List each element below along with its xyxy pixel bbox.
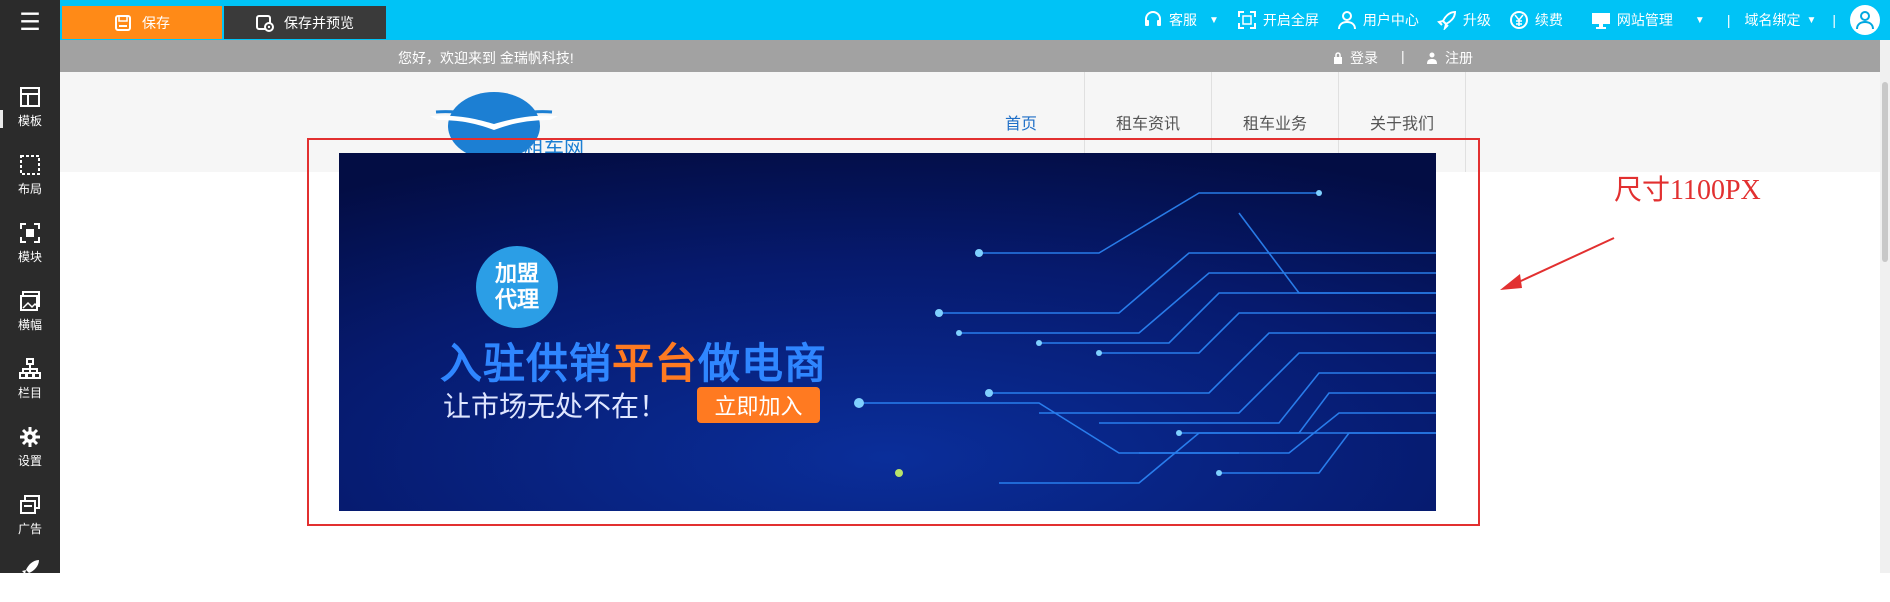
hamburger-menu-icon[interactable]: ☰: [0, 0, 60, 44]
customer-service-menu[interactable]: 客服 ▼: [1143, 10, 1219, 30]
site-management-menu[interactable]: 网站管理 ▼: [1591, 10, 1705, 30]
save-and-preview-button[interactable]: 保存并预览: [224, 6, 386, 39]
user-plus-icon: [1427, 52, 1437, 64]
renew-button[interactable]: 续费: [1509, 10, 1563, 30]
login-label: 登录: [1350, 50, 1378, 66]
lock-icon: [1334, 52, 1342, 64]
sidebar-item-label: 设置: [17, 453, 42, 468]
user-avatar-icon: [1856, 11, 1874, 30]
editor-toolbar: 保存 保存并预览 客服 ▼ 开启全屏 用户中心 升级 续费 网站管理 ▼ | 域…: [60, 0, 1890, 40]
banner-badge-line2: 代理: [494, 287, 539, 312]
sidebar-item-label: 横幅: [17, 317, 42, 332]
annotation-arrow-icon: [1500, 237, 1615, 290]
template-icon: [20, 86, 40, 107]
save-button-label: 保存: [142, 14, 170, 31]
chevron-down-icon: ▼: [1694, 14, 1705, 26]
domain-binding-label: 域名绑定: [1744, 12, 1801, 28]
upgrade-label: 升级: [1462, 12, 1491, 28]
banner-badge-line1: 加盟: [494, 261, 539, 286]
register-label: 注册: [1445, 50, 1473, 66]
yen-circle-icon: [1509, 11, 1528, 29]
rocket-upgrade-icon: [1436, 10, 1456, 30]
editor-sidebar: ☰ 模板 布局 模块 横幅 栏目 设置 广告: [0, 0, 60, 577]
toolbar-separator: |: [1726, 12, 1731, 28]
sidebar-item-ads[interactable]: 广告: [0, 484, 60, 546]
preview-scrollbar[interactable]: [1880, 40, 1890, 573]
scrollbar-thumb[interactable]: [1882, 82, 1888, 262]
size-annotation: 尺寸1100PX: [1614, 175, 1761, 206]
site-info-bar: 您好，欢迎来到 金瑞帆科技! 登录 | 注册: [60, 40, 1880, 72]
sidebar-item-label: 模板: [17, 113, 42, 128]
sidebar-item-columns[interactable]: 栏目: [0, 348, 60, 410]
banner-badge: 加盟 代理: [476, 246, 558, 328]
user-center-label: 用户中心: [1362, 12, 1419, 28]
banner-headline-part2: 做电商: [698, 340, 828, 387]
toolbar-separator: |: [1832, 12, 1836, 28]
login-link[interactable]: 登录: [1332, 48, 1378, 68]
fullscreen-label: 开启全屏: [1262, 12, 1319, 28]
domain-binding-menu[interactable]: 域名绑定 ▼: [1744, 10, 1816, 30]
save-preview-icon: [256, 14, 274, 32]
user-center-button[interactable]: 用户中心: [1337, 10, 1419, 30]
banner-headline-highlight: 平台: [612, 340, 699, 387]
sidebar-item-banner[interactable]: 横幅: [0, 280, 60, 342]
fullscreen-button[interactable]: 开启全屏: [1237, 10, 1319, 30]
upgrade-button[interactable]: 升级: [1436, 10, 1491, 30]
chevron-down-icon: ▼: [1806, 14, 1817, 26]
sidebar-item-label: 模块: [17, 249, 42, 264]
site-management-label: 网站管理: [1616, 12, 1673, 28]
layout-icon: [20, 154, 40, 175]
avatar[interactable]: [1850, 5, 1880, 35]
banner-icon: [20, 290, 40, 311]
headset-icon: [1145, 11, 1161, 26]
fullscreen-icon: [1237, 11, 1256, 29]
login-register-divider: |: [1401, 48, 1405, 64]
banner-subline: 让市场无处不在！: [443, 391, 668, 422]
sidebar-item-template[interactable]: 模板: [0, 76, 60, 138]
monitor-icon: [1591, 13, 1610, 29]
sidebar-item-settings[interactable]: 设置: [0, 416, 60, 478]
banner-headline: 入驻供销平台做电商: [440, 330, 827, 391]
save-button[interactable]: 保存: [62, 6, 222, 39]
register-link[interactable]: 注册: [1427, 48, 1473, 68]
save-and-preview-label: 保存并预览: [284, 14, 354, 31]
sidebar-item-label: 栏目: [17, 385, 42, 400]
sidebar-item-label: 布局: [17, 181, 42, 196]
welcome-text: 您好，欢迎来到 金瑞帆科技!: [398, 50, 574, 66]
chevron-down-icon: ▼: [1209, 14, 1219, 26]
sidebar-item-layout[interactable]: 布局: [0, 144, 60, 206]
gear-icon: [20, 426, 40, 447]
rocket-icon: [22, 560, 39, 577]
sidebar-item-label: 广告: [17, 521, 42, 536]
toolbar-right-group: 客服 ▼ 开启全屏 用户中心 升级 续费 网站管理 ▼ | 域名绑定 ▼ |: [1143, 0, 1890, 40]
customer-service-label: 客服: [1169, 12, 1197, 28]
sitemap-icon: [19, 357, 41, 379]
sidebar-item-rocket[interactable]: [0, 540, 60, 602]
renew-label: 续费: [1534, 12, 1563, 28]
save-icon: [115, 14, 131, 31]
join-now-button[interactable]: 立即加入: [697, 387, 820, 423]
sidebar-item-module[interactable]: 模块: [0, 212, 60, 274]
ad-icon: [20, 494, 40, 514]
user-icon: [1337, 11, 1356, 30]
banner-headline-part1: 入驻供销: [440, 340, 613, 387]
module-icon: [20, 222, 40, 243]
